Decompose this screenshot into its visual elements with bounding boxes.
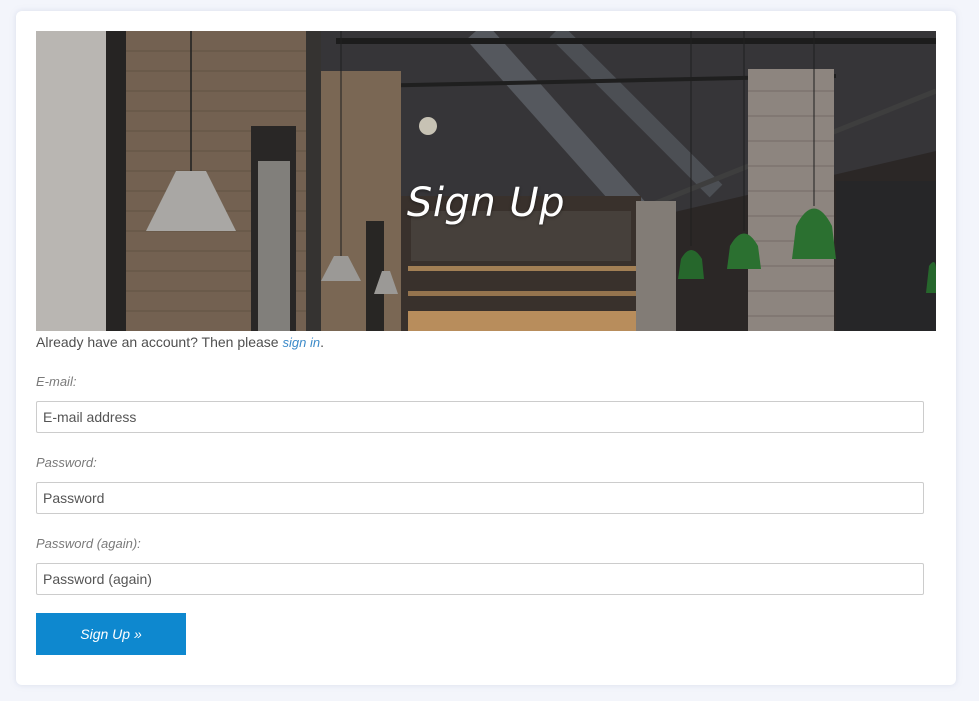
signin-link[interactable]: sign in [282,335,320,350]
email-field[interactable] [36,401,924,433]
signup-button[interactable]: Sign Up » [36,613,186,655]
hero-banner: Sign Up [36,31,936,331]
password-label: Password: [36,455,97,470]
signin-prompt-text: Already have an account? Then please [36,334,283,350]
email-label: E-mail: [36,374,77,389]
password-field[interactable] [36,482,924,514]
password-again-field[interactable] [36,563,924,595]
signin-prompt-suffix: . [320,334,324,350]
password-again-label: Password (again): [36,536,141,551]
signin-prompt: Already have an account? Then please sig… [36,334,324,350]
page-title: Sign Up [406,179,566,226]
signup-card: Sign Up Already have an account? Then pl… [16,11,956,685]
